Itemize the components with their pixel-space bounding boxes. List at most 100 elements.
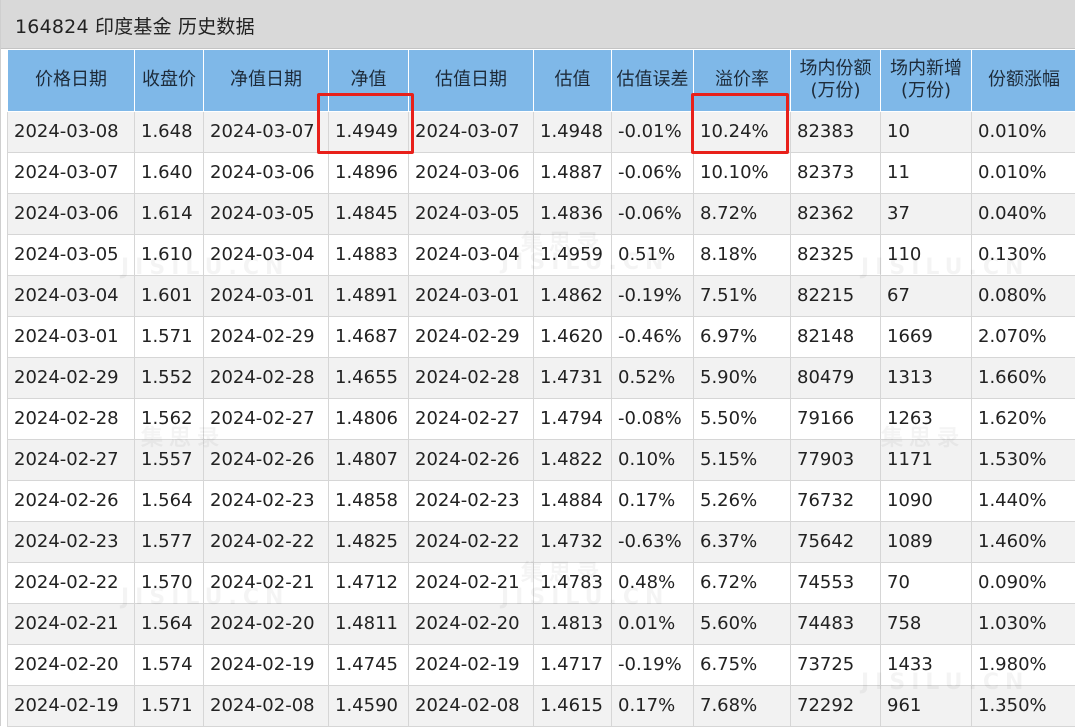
table-row: 2024-02-191.5712024-02-081.45902024-02-0… <box>8 685 1075 726</box>
table-cell: 2024-02-08 <box>204 685 329 726</box>
table-cell: 6.37% <box>694 521 791 562</box>
table-cell: 1.4732 <box>534 521 612 562</box>
table-cell: 1090 <box>881 480 972 521</box>
table-cell: 2024-02-23 <box>8 521 135 562</box>
table-cell: 2024-02-27 <box>409 398 534 439</box>
table-cell: 1.4590 <box>329 685 409 726</box>
table-cell: 2024-02-20 <box>204 603 329 644</box>
table-cell: 1089 <box>881 521 972 562</box>
table-cell: 6.72% <box>694 562 791 603</box>
table-cell: 77903 <box>791 439 881 480</box>
table-cell: 1.350% <box>972 685 1075 726</box>
table-cell: 1.640 <box>135 152 204 193</box>
table-cell: 2024-03-07 <box>8 152 135 193</box>
column-header[interactable]: 份额涨幅 <box>972 50 1075 111</box>
table-cell: 1.4887 <box>534 152 612 193</box>
column-header[interactable]: 场内新增 (万份) <box>881 50 972 111</box>
table-cell: 0.040% <box>972 193 1075 234</box>
table-cell: 37 <box>881 193 972 234</box>
table-cell: 2024-02-20 <box>8 644 135 685</box>
table-cell: 2024-02-27 <box>8 439 135 480</box>
table-cell: 5.26% <box>694 480 791 521</box>
table-header-row: 价格日期收盘价净值日期净值估值日期估值估值误差溢价率场内份额 (万份)场内新增 … <box>8 50 1075 111</box>
table-cell: 1.4836 <box>534 193 612 234</box>
table-row: 2024-03-071.6402024-03-061.48962024-03-0… <box>8 152 1075 193</box>
table-row: 2024-03-011.5712024-02-291.46872024-02-2… <box>8 316 1075 357</box>
table-cell: 1.4806 <box>329 398 409 439</box>
history-table: 价格日期收盘价净值日期净值估值日期估值估值误差溢价率场内份额 (万份)场内新增 … <box>7 50 1075 727</box>
table-cell: 82362 <box>791 193 881 234</box>
table-cell: 0.48% <box>612 562 694 603</box>
table-cell: 0.10% <box>612 439 694 480</box>
table-cell: 1.571 <box>135 685 204 726</box>
table-cell: -0.46% <box>612 316 694 357</box>
table-cell: 1.564 <box>135 603 204 644</box>
table-cell: -0.19% <box>612 644 694 685</box>
column-header[interactable]: 净值 <box>329 50 409 111</box>
table-cell: 1.4745 <box>329 644 409 685</box>
column-header[interactable]: 估值误差 <box>612 50 694 111</box>
table-cell: 2024-02-28 <box>204 357 329 398</box>
table-cell: 1.4620 <box>534 316 612 357</box>
column-header[interactable]: 收盘价 <box>135 50 204 111</box>
table-cell: 2024-02-29 <box>8 357 135 398</box>
table-cell: 2024-02-19 <box>8 685 135 726</box>
panel-title: 164824 印度基金 历史数据 <box>15 12 255 39</box>
table-cell: 1313 <box>881 357 972 398</box>
table-cell: 1.4731 <box>534 357 612 398</box>
table-cell: 0.080% <box>972 275 1075 316</box>
table-cell: 1.562 <box>135 398 204 439</box>
table-cell: 758 <box>881 603 972 644</box>
table-cell: -0.06% <box>612 152 694 193</box>
table-cell: 1.4959 <box>534 234 612 275</box>
column-header[interactable]: 估值日期 <box>409 50 534 111</box>
table-cell: 2024-02-21 <box>204 562 329 603</box>
column-header[interactable]: 估值 <box>534 50 612 111</box>
table-cell: 0.01% <box>612 603 694 644</box>
table-cell: 2024-02-26 <box>8 480 135 521</box>
table-cell: 82325 <box>791 234 881 275</box>
table-row: 2024-02-271.5572024-02-261.48072024-02-2… <box>8 439 1075 480</box>
table-cell: 1.4807 <box>329 439 409 480</box>
table-cell: 5.50% <box>694 398 791 439</box>
table-cell: 0.010% <box>972 111 1075 152</box>
table-cell: 2024-02-28 <box>8 398 135 439</box>
table-cell: 2024-03-05 <box>204 193 329 234</box>
table-cell: 110 <box>881 234 972 275</box>
table-row: 2024-02-231.5772024-02-221.48252024-02-2… <box>8 521 1075 562</box>
table-cell: 1263 <box>881 398 972 439</box>
table-cell: 2024-03-01 <box>8 316 135 357</box>
table-cell: 1.610 <box>135 234 204 275</box>
table-cell: 1.4615 <box>534 685 612 726</box>
table-cell: 2024-03-04 <box>409 234 534 275</box>
table-cell: 1.4858 <box>329 480 409 521</box>
table-cell: 75642 <box>791 521 881 562</box>
table-cell: 2024-03-04 <box>204 234 329 275</box>
table-row: 2024-02-281.5622024-02-271.48062024-02-2… <box>8 398 1075 439</box>
table-cell: 0.17% <box>612 685 694 726</box>
table-cell: 1.4687 <box>329 316 409 357</box>
table-cell: 0.130% <box>972 234 1075 275</box>
column-header[interactable]: 溢价率 <box>694 50 791 111</box>
table-cell: 2024-02-22 <box>8 562 135 603</box>
table-cell: 10.10% <box>694 152 791 193</box>
table-cell: 2024-03-05 <box>409 193 534 234</box>
table-cell: 2024-02-23 <box>409 480 534 521</box>
table-cell: 1.4822 <box>534 439 612 480</box>
table-cell: 5.15% <box>694 439 791 480</box>
column-header[interactable]: 场内份额 (万份) <box>791 50 881 111</box>
table-cell: 1.4883 <box>329 234 409 275</box>
table-row: 2024-03-051.6102024-03-041.48832024-03-0… <box>8 234 1075 275</box>
table-cell: 0.51% <box>612 234 694 275</box>
table-cell: 2024-03-07 <box>409 111 534 152</box>
table-cell: 1.4845 <box>329 193 409 234</box>
table-cell: 1.980% <box>972 644 1075 685</box>
table-cell: 1.577 <box>135 521 204 562</box>
table-row: 2024-03-081.6482024-03-071.49492024-03-0… <box>8 111 1075 152</box>
table-cell: 76732 <box>791 480 881 521</box>
table-cell: 0.52% <box>612 357 694 398</box>
table-cell: 1.4712 <box>329 562 409 603</box>
column-header[interactable]: 价格日期 <box>8 50 135 111</box>
table-cell: 74483 <box>791 603 881 644</box>
column-header[interactable]: 净值日期 <box>204 50 329 111</box>
